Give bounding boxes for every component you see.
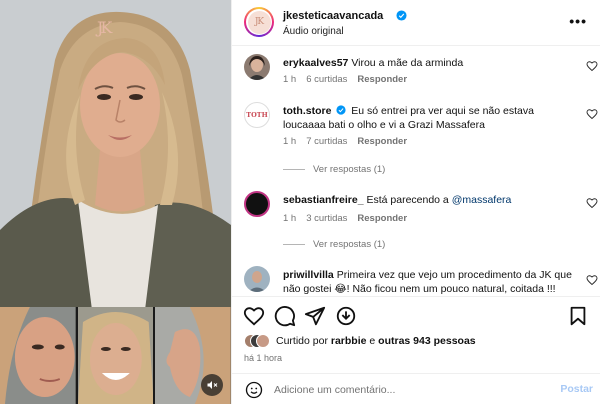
comment-likes[interactable]: 6 curtidas bbox=[306, 74, 347, 85]
comment-username[interactable]: sebastianfreire_ bbox=[283, 194, 364, 206]
speaker-muted-icon bbox=[207, 381, 218, 389]
heart-icon[interactable] bbox=[586, 60, 598, 72]
commenter-avatar[interactable] bbox=[244, 54, 270, 80]
comment-meta: 1 h 6 curtidas Responder bbox=[283, 74, 407, 85]
liked-by-text: Curtido por rarbbie e outras 943 pessoas bbox=[276, 335, 476, 347]
comment-body: Virou a mãe da arminda bbox=[351, 57, 464, 69]
view-replies-button[interactable]: Ver respostas (1) bbox=[283, 164, 385, 175]
post-side-panel: JK jkesteticaavancada Áudio original •••… bbox=[231, 0, 600, 404]
comment-likes[interactable]: 3 curtidas bbox=[306, 213, 347, 224]
comment-likes[interactable]: 7 curtidas bbox=[306, 136, 347, 147]
heart-icon[interactable] bbox=[586, 274, 598, 286]
reply-button[interactable]: Responder bbox=[357, 136, 407, 147]
comments-list: erykaalves57 Virou a mãe da arminda 1 h … bbox=[232, 46, 600, 296]
liked-by-and: e bbox=[366, 335, 379, 347]
liked-by-others[interactable]: outras 943 pessoas bbox=[378, 335, 475, 347]
liker-avatars bbox=[244, 334, 270, 348]
commenter-avatar[interactable] bbox=[244, 191, 270, 217]
add-comment-bar: Postar bbox=[232, 373, 600, 404]
comment-bubble-icon[interactable] bbox=[274, 305, 296, 327]
mention-link[interactable]: @massafera bbox=[452, 194, 512, 206]
inset-photo-left bbox=[0, 307, 76, 404]
view-replies-label: Ver respostas (1) bbox=[313, 239, 386, 250]
comment-meta: 1 h 7 curtidas Responder bbox=[283, 136, 407, 147]
reply-button[interactable]: Responder bbox=[357, 213, 407, 224]
inset-photo-middle bbox=[77, 307, 154, 404]
comment-meta: 1 h 3 curtidas Responder bbox=[283, 213, 407, 224]
comment-input[interactable] bbox=[274, 382, 544, 398]
commenter-avatar[interactable]: TOTH bbox=[244, 102, 270, 128]
like-heart-icon[interactable] bbox=[243, 305, 265, 327]
before-after-inset bbox=[0, 307, 231, 404]
post-header: JK jkesteticaavancada Áudio original ••• bbox=[232, 0, 600, 46]
comment-text: toth.store Eu só entrei pra ver aqui se … bbox=[283, 104, 573, 132]
commenter-avatar[interactable] bbox=[244, 266, 270, 292]
liked-by-prefix: Curtido por bbox=[276, 335, 331, 347]
post-actions: Curtido por rarbbie e outras 943 pessoas… bbox=[232, 296, 600, 404]
post-time[interactable]: há 1 hora bbox=[244, 353, 282, 363]
comment-text: priwillvilla Primeira vez que vejo um pr… bbox=[283, 268, 573, 296]
remix-icon[interactable] bbox=[335, 305, 357, 327]
comment-body: Está parecendo a bbox=[366, 194, 452, 206]
comment-time[interactable]: 1 h bbox=[283, 213, 296, 224]
mute-button[interactable] bbox=[201, 374, 223, 396]
comment-time[interactable]: 1 h bbox=[283, 136, 296, 147]
reply-button[interactable]: Responder bbox=[357, 74, 407, 85]
liked-by-user[interactable]: rarbbie bbox=[331, 335, 367, 347]
comment-username[interactable]: toth.store bbox=[283, 105, 331, 117]
comment-text: sebastianfreire_ Está parecendo a @massa… bbox=[283, 193, 573, 207]
reel-video[interactable]: JK bbox=[0, 0, 231, 404]
liked-by-summary[interactable]: Curtido por rarbbie e outras 943 pessoas bbox=[244, 334, 476, 348]
comment-time[interactable]: 1 h bbox=[283, 74, 296, 85]
post-comment-button[interactable]: Postar bbox=[560, 383, 593, 395]
liker-avatar bbox=[256, 334, 270, 348]
brand-watermark: JK bbox=[97, 18, 112, 37]
replies-line bbox=[283, 244, 305, 245]
comment-text: erykaalves57 Virou a mãe da arminda bbox=[283, 56, 573, 70]
author-avatar[interactable]: JK bbox=[244, 7, 274, 37]
verified-badge-icon bbox=[336, 105, 346, 115]
audio-label[interactable]: Áudio original bbox=[283, 26, 344, 37]
save-bookmark-icon[interactable] bbox=[567, 305, 589, 327]
verified-badge-icon bbox=[396, 10, 407, 21]
share-send-icon[interactable] bbox=[304, 305, 326, 327]
view-replies-button[interactable]: Ver respostas (1) bbox=[283, 239, 385, 250]
view-replies-label: Ver respostas (1) bbox=[313, 164, 386, 175]
comment-username[interactable]: erykaalves57 bbox=[283, 57, 348, 69]
emoji-icon[interactable] bbox=[245, 381, 263, 399]
avatar-brand-text: TOTH bbox=[246, 111, 268, 119]
author-username[interactable]: jkesteticaavancada bbox=[283, 10, 383, 22]
replies-line bbox=[283, 169, 305, 170]
heart-icon[interactable] bbox=[586, 108, 598, 120]
author-avatar-logo: JK bbox=[247, 10, 271, 34]
video-frame-portrait bbox=[0, 0, 231, 310]
comment-username[interactable]: priwillvilla bbox=[283, 269, 334, 281]
heart-icon[interactable] bbox=[586, 197, 598, 209]
more-options-button[interactable]: ••• bbox=[569, 13, 587, 29]
